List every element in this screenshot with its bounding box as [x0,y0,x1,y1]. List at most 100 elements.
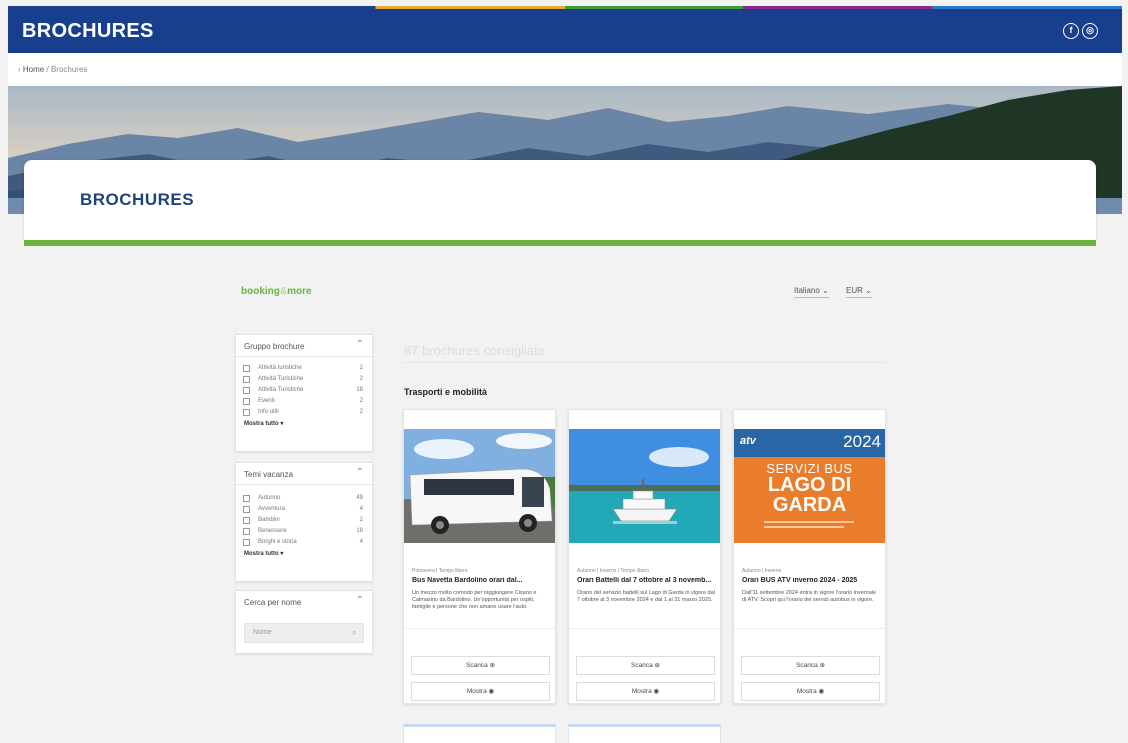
filter-option[interactable]: Borghi e storia 4 [236,537,372,548]
filter-option-label: Attività Turistiche [258,376,304,382]
card-meta: Autunno | Inverno [742,568,782,574]
page: BROCHURES f ◎ › Home / Brochures BROCHUR… [8,6,1122,743]
filter-option[interactable]: Attività Turistiche 2 [236,374,372,385]
download-label: Scarica [631,662,653,669]
download-button[interactable]: Scarica ⊕ [576,656,715,675]
language-value: Italiano [794,286,820,295]
filter-option[interactable]: Avventura 4 [236,504,372,515]
show-all-label: Mostra tutto [244,421,279,427]
card-description: Dall'11 settembre 2024 entra in vigore l… [742,590,877,603]
atv-logo: atv [740,435,756,447]
breadcrumb-home[interactable]: Home [23,65,44,74]
breadcrumb-separator: / [46,65,49,74]
filter-option[interactable]: Attività Turistiche 18 [236,385,372,396]
search-input[interactable]: Nome ⌕ [244,623,364,643]
view-button[interactable]: Mostra ◉ [411,682,550,701]
card-meta: Primavera | Tempo libero [412,568,468,574]
chevron-up-icon: ⌃ [355,595,364,606]
checkbox[interactable] [243,539,250,546]
currency-select[interactable]: EUR ⌄ [846,286,872,298]
chevron-down-icon: ⌄ [865,286,872,295]
brochure-card[interactable]: Autunno | Inverno | Tempo libero Orari B… [568,409,721,704]
filter-option[interactable]: Attività turistiche 2 [236,363,372,374]
language-select[interactable]: Italiano ⌄ [794,286,829,298]
checkbox[interactable] [243,495,250,502]
brochure-card[interactable]: atv 2024 SERVIZI BUS LAGO DI GARDA Autun… [733,409,886,704]
facebook-icon[interactable]: f [1063,23,1079,39]
card-title[interactable]: Orari Battelli dal 7 ottobre al 3 novemb… [577,577,717,584]
checkbox[interactable] [243,376,250,383]
site-title: BROCHURES [22,20,154,42]
filter-header[interactable]: Temi vacanza ⌃ [236,463,372,485]
filter-option[interactable]: Eventi 2 [236,396,372,407]
title-accent-bar [24,240,1096,246]
filter-option-label: Info utili [258,409,279,415]
checkbox[interactable] [243,506,250,513]
checkbox[interactable] [243,409,250,416]
card-description: Un mezzo molto comodo per raggiungere Ci… [412,590,537,610]
card-divider [569,628,720,629]
brochure-card[interactable]: Primavera | Tempo libero Bus Navetta Bar… [403,409,556,704]
search-placeholder: Nome [253,629,272,636]
card-title[interactable]: Orari BUS ATV inverno 2024 - 2025 [742,577,882,584]
filter-option-count: 2 [359,376,363,382]
checkbox[interactable] [243,387,250,394]
filter-option-label: Bambini [258,517,280,523]
filter-option[interactable]: Benessere 18 [236,526,372,537]
filter-option-label: Attività Turistiche [258,387,304,393]
checkbox[interactable] [243,398,250,405]
view-button[interactable]: Mostra ◉ [576,682,715,701]
filter-option[interactable]: Info utili 2 [236,407,372,418]
brochure-image-poster: atv 2024 SERVIZI BUS LAGO DI GARDA [734,429,885,543]
filter-panel-gruppo-brochure: Gruppo brochure ⌃ Attività turistiche 2 A… [235,334,373,452]
chevron-up-icon: ⌃ [355,339,364,350]
logo-text-suffix: more [287,286,312,297]
eye-icon: ◉ [818,688,825,695]
card-description: Orario del servizio battelli sul Lago di… [577,590,715,603]
card-divider [404,628,555,629]
breadcrumb: › Home / Brochures [8,53,1122,86]
brochure-card-partial[interactable] [403,724,556,743]
breadcrumb-arrow-icon: › [18,65,21,74]
filter-option-label: Borghi e storia [258,539,297,545]
checkbox[interactable] [243,528,250,535]
filter-option-count: 4 [359,506,363,512]
filter-option-count: 18 [356,387,363,393]
filter-option-count: 2 [359,517,363,523]
page-title-card: BROCHURES [24,160,1096,240]
site-header: BROCHURES f ◎ [8,9,1122,53]
eye-icon: ◉ [488,688,495,695]
show-all-link[interactable]: Mostra tutto ▾ [236,418,372,427]
eye-icon: ◉ [653,688,660,695]
download-button[interactable]: Scarica ⊕ [411,656,550,675]
booking-and-more-logo: booking&more [241,286,312,297]
search-panel-header[interactable]: Cerca per nome ⌃ [236,591,372,613]
poster-line-2: LAGO DI [767,474,852,496]
search-by-name-panel: Cerca per nome ⌃ Nome ⌕ [235,590,373,654]
checkbox[interactable] [243,517,250,524]
filter-panel-temi-vacanza: Temi vacanza ⌃ Autunno 49 Avventura 4 Bamb… [235,462,373,582]
filter-option-label: Attività turistiche [258,365,302,371]
checkbox[interactable] [243,365,250,372]
category-heading: Trasporti e mobilità [404,387,488,397]
chevron-down-icon: ⌄ [822,286,829,295]
filter-option-count: 2 [359,398,363,404]
view-button[interactable]: Mostra ◉ [741,682,880,701]
instagram-icon[interactable]: ◎ [1082,23,1098,39]
card-title[interactable]: Bus Navetta Bardolino orari dal... [412,577,552,584]
currency-value: EUR [846,286,863,295]
show-all-link[interactable]: Mostra tutto ▾ [236,548,372,557]
poster-line-3: GARDA [772,494,847,516]
filter-option[interactable]: Autunno 49 [236,493,372,504]
results-divider [404,362,886,363]
filter-header[interactable]: Gruppo brochure ⌃ [236,335,372,357]
download-button[interactable]: Scarica ⊕ [741,656,880,675]
filter-option-label: Benessere [258,528,287,534]
filter-option-label: Avventura [258,506,285,512]
filter-option[interactable]: Bambini 2 [236,515,372,526]
filter-option-count: 2 [359,365,363,371]
filter-option-count: 49 [356,495,363,501]
filter-option-label: Autunno [258,495,281,501]
view-label: Mostra [796,688,817,695]
brochure-card-partial[interactable] [568,724,721,743]
